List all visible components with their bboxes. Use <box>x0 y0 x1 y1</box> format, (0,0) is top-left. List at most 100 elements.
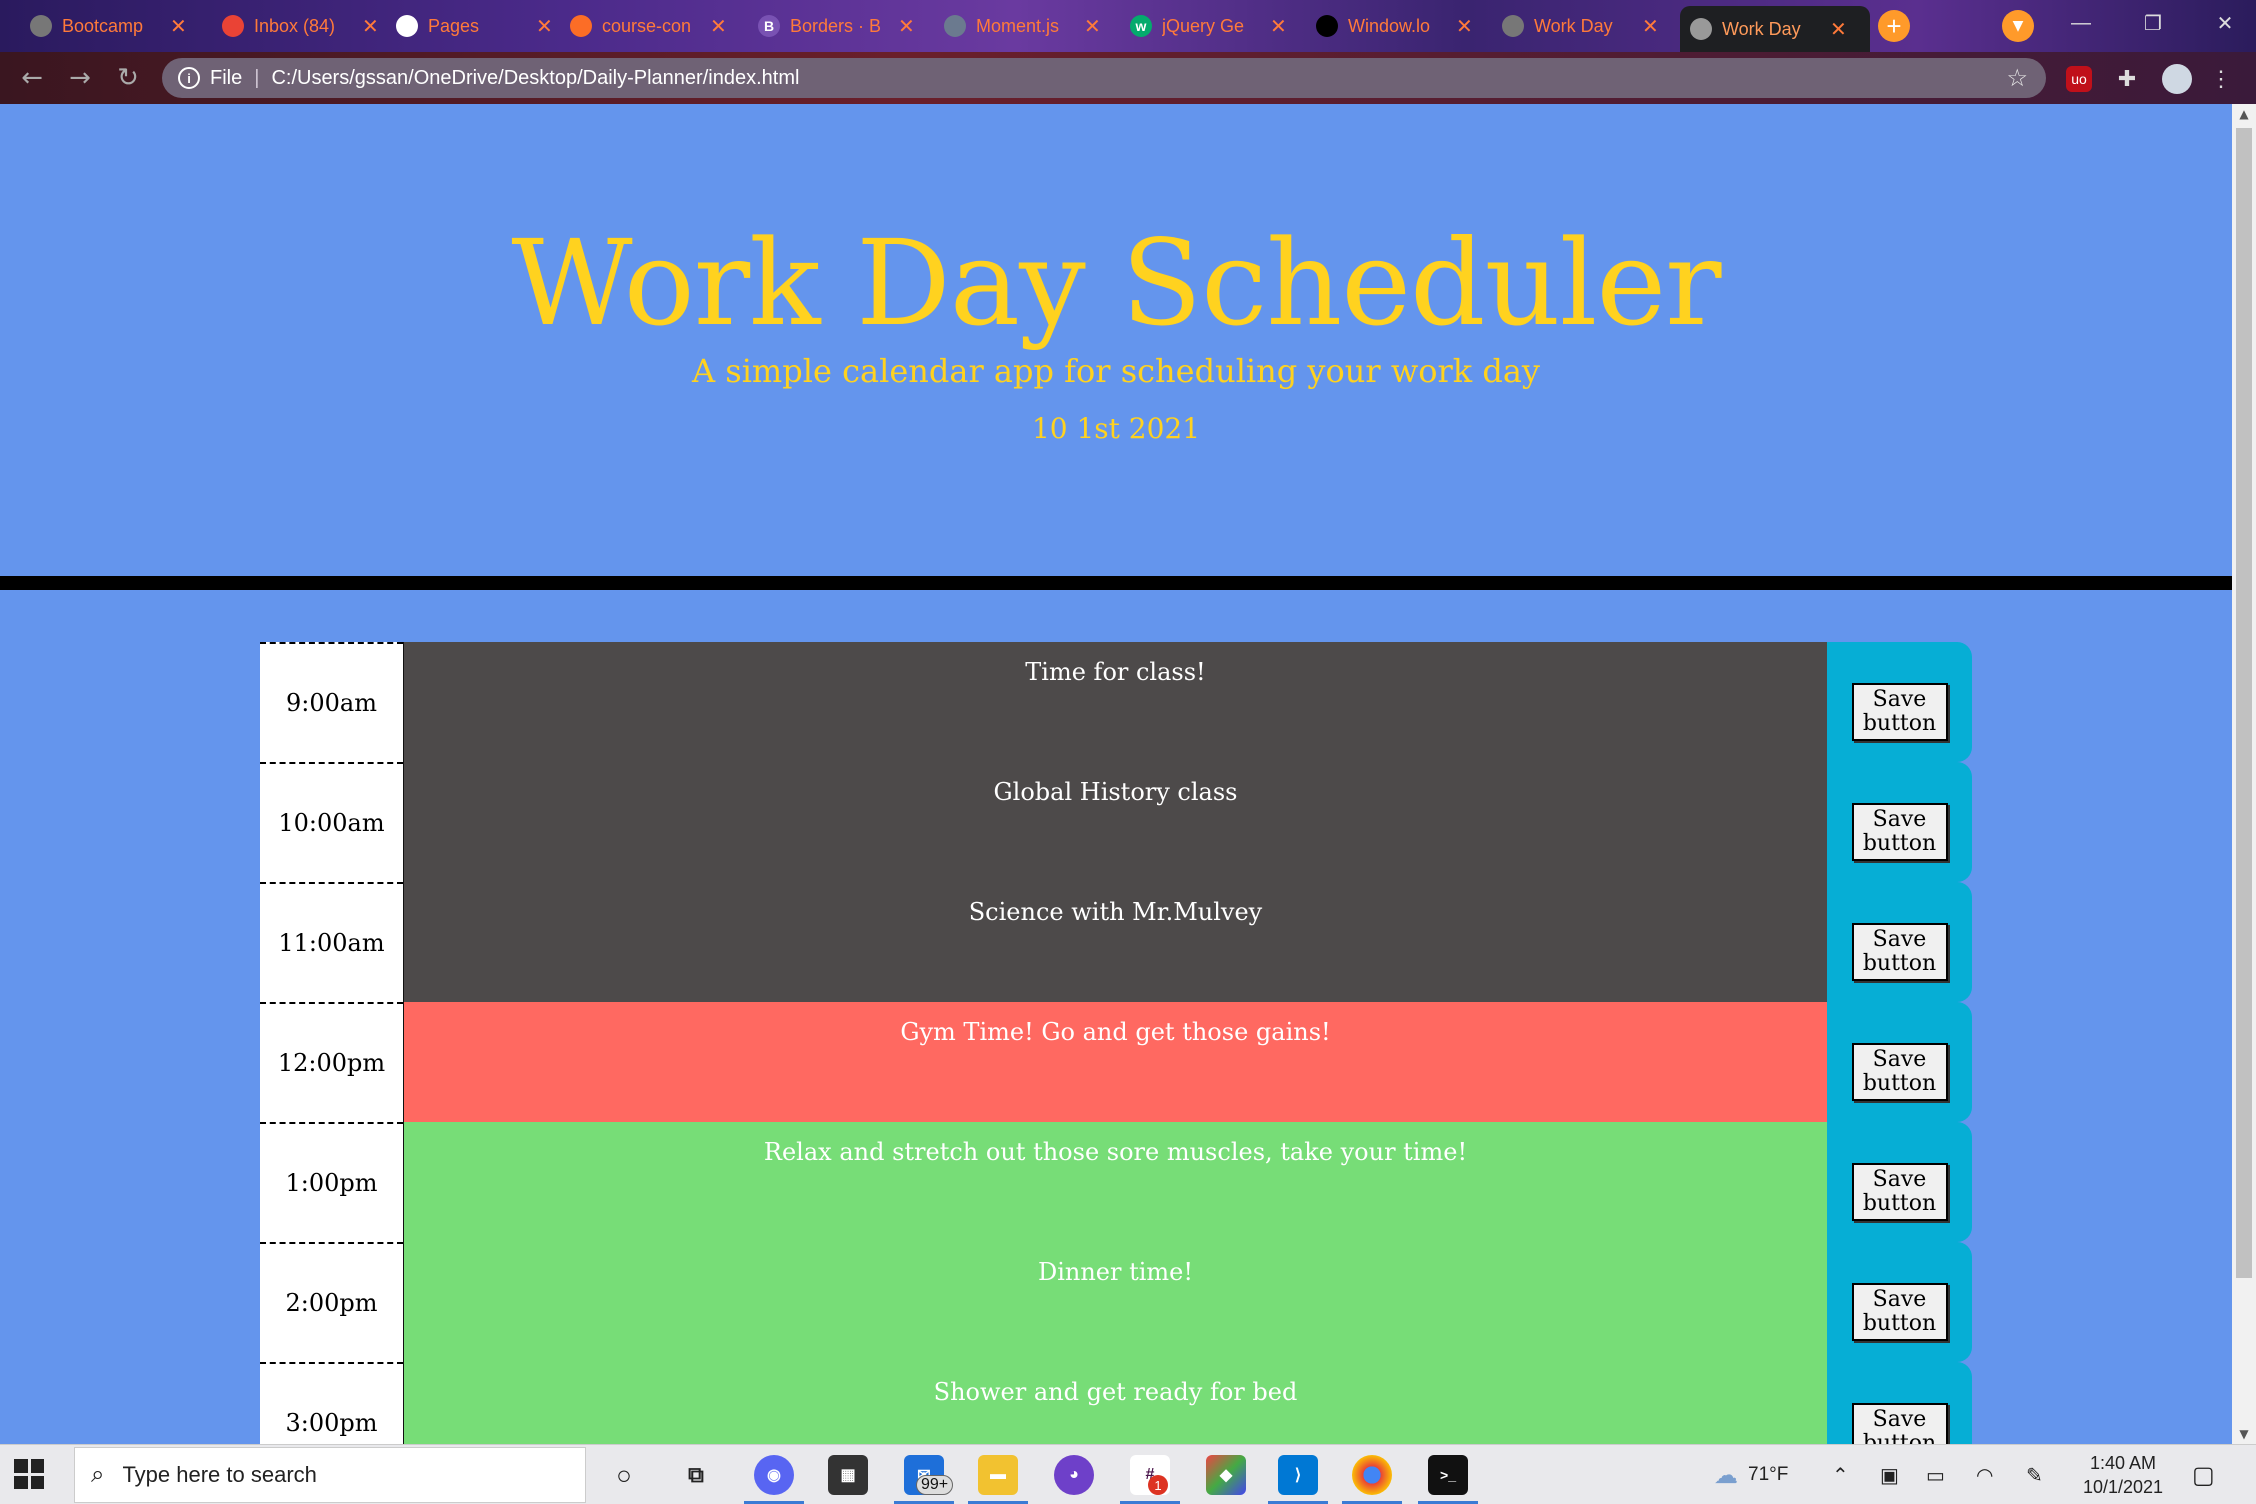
browser-tab[interactable]: Work Day ✕ <box>1680 6 1870 52</box>
tab-title: Pages <box>428 15 480 36</box>
restore-icon[interactable]: ❐ <box>2128 6 2178 40</box>
meet-now-icon[interactable]: ▣ <box>1880 1445 1899 1504</box>
tab-title: Moment.js <box>976 15 1060 36</box>
scroll-up-icon[interactable]: ▲ <box>2232 104 2256 124</box>
scroll-down-icon[interactable]: ▼ <box>2232 1424 2256 1444</box>
gitkraken-icon[interactable]: ◆ <box>1206 1455 1246 1495</box>
save-button[interactable]: Save button <box>1851 683 1948 741</box>
hour-label: 1:00pm <box>260 1122 403 1242</box>
event-textarea[interactable]: Gym Time! Go and get those gains! <box>403 1002 1827 1122</box>
browser-tab[interactable]: Inbox (84) ✕ <box>212 6 390 46</box>
taskbar-search-placeholder: Type here to search <box>122 1462 317 1487</box>
close-tab-icon[interactable]: ✕ <box>1456 14 1473 39</box>
bookmark-star-icon[interactable]: ☆ <box>2006 64 2028 93</box>
page-lead: A simple calendar app for scheduling you… <box>691 352 1540 390</box>
slack-badge: 1 <box>1148 1475 1168 1495</box>
address-bar[interactable]: i File | C:/Users/gssan/OneDrive/Desktop… <box>162 58 2046 98</box>
minimize-icon[interactable]: — <box>2056 6 2106 40</box>
vscode-icon[interactable]: ⟩ <box>1278 1455 1318 1495</box>
taskbar-search[interactable]: ⌕ Type here to search <box>74 1447 586 1503</box>
event-textarea[interactable]: Science with Mr.Mulvey <box>403 882 1827 1002</box>
reload-icon[interactable]: ↻ <box>110 62 146 94</box>
notifications-icon[interactable]: ▢ <box>2192 1445 2215 1504</box>
save-column: Save button <box>1827 1362 1972 1444</box>
browser-menu-icon[interactable]: ⋮ <box>2208 66 2234 92</box>
save-button[interactable]: Save button <box>1851 1283 1948 1341</box>
close-tab-icon[interactable]: ✕ <box>1270 14 1287 39</box>
time-block-row: 2:00pm Dinner time! Save button <box>260 1242 1972 1362</box>
browser-tab[interactable]: B Borders · B ✕ <box>748 6 926 46</box>
w3-icon: w <box>1130 15 1152 37</box>
address-url[interactable]: C:/Users/gssan/OneDrive/Desktop/Daily-Pl… <box>271 67 799 90</box>
browser-tab[interactable]: w jQuery Ge ✕ <box>1120 6 1298 46</box>
page-scrollbar[interactable]: ▲ ▼ <box>2232 104 2256 1444</box>
current-day: 10 1st 2021 <box>1031 412 1201 445</box>
close-tab-icon[interactable]: ✕ <box>1830 17 1847 42</box>
close-tab-icon[interactable]: ✕ <box>170 14 187 39</box>
github-desktop-icon[interactable]: ◕ <box>1054 1455 1094 1495</box>
globe-icon <box>1690 18 1712 40</box>
browser-tab[interactable]: Window.lo ✕ <box>1306 6 1484 46</box>
hour-label: 12:00pm <box>260 1002 403 1122</box>
weather-widget[interactable]: ☁ 71°F <box>1714 1445 1788 1504</box>
event-textarea[interactable]: Global History class <box>403 762 1827 882</box>
profile-avatar[interactable] <box>2162 64 2192 94</box>
close-tab-icon[interactable]: ✕ <box>710 14 727 39</box>
chrome-icon[interactable] <box>1352 1455 1392 1495</box>
windows-start-icon[interactable] <box>14 1459 44 1489</box>
wifi-icon[interactable]: ◠ <box>1976 1445 1993 1504</box>
taskbar-clock[interactable]: 1:40 AM 10/1/2021 <box>2068 1451 2178 1499</box>
save-button[interactable]: Save button <box>1851 923 1948 981</box>
scrollbar-thumb[interactable] <box>2236 128 2252 1278</box>
terminal-icon[interactable]: >_ <box>1428 1455 1468 1495</box>
ublock-icon[interactable]: uo <box>2066 66 2092 92</box>
tab-title: Borders · B <box>790 15 882 36</box>
save-button[interactable]: Save button <box>1851 1163 1948 1221</box>
event-textarea[interactable]: Dinner time! <box>403 1242 1827 1362</box>
close-window-icon[interactable]: ✕ <box>2200 6 2250 40</box>
close-tab-icon[interactable]: ✕ <box>898 14 915 39</box>
jumbotron-header: Work Day Scheduler A simple calendar app… <box>0 104 2232 576</box>
cortana-icon[interactable]: ○ <box>604 1455 644 1495</box>
save-button[interactable]: Save button <box>1851 803 1948 861</box>
save-button[interactable]: Save button <box>1851 1043 1948 1101</box>
time-block-row: 11:00am Science with Mr.Mulvey Save button <box>260 882 1972 1002</box>
file-explorer-icon[interactable]: ▬ <box>978 1455 1018 1495</box>
tab-search-icon[interactable]: ▼ <box>2002 10 2034 42</box>
time-block-row: 1:00pm Relax and stretch out those sore m… <box>260 1122 1972 1242</box>
forward-icon[interactable]: → <box>62 62 98 94</box>
discord-icon[interactable]: ◉ <box>754 1455 794 1495</box>
back-icon[interactable]: ← <box>14 62 50 94</box>
close-tab-icon[interactable]: ✕ <box>1084 14 1101 39</box>
browser-tab[interactable]: Work Day ✕ <box>1492 6 1670 46</box>
github-icon <box>396 15 418 37</box>
extensions-puzzle-icon[interactable]: ✚ <box>2114 66 2140 92</box>
browser-tab[interactable]: Bootcamp ✕ <box>20 6 198 46</box>
close-tab-icon[interactable]: ✕ <box>536 14 553 39</box>
address-separator: | <box>254 66 260 89</box>
show-hidden-icons-icon[interactable]: ⌃ <box>1832 1445 1849 1504</box>
store-icon[interactable]: ▦ <box>828 1455 868 1495</box>
event-textarea[interactable]: Time for class! <box>403 642 1827 762</box>
browser-tab-strip: Bootcamp ✕ Inbox (84) ✕ Pages ✕ course-con ✕ B Bo… <box>0 0 2256 52</box>
pen-icon[interactable]: ✎ <box>2026 1445 2043 1504</box>
gmail-icon <box>222 15 244 37</box>
mail-badge: 99+ <box>916 1475 954 1495</box>
task-view-icon[interactable]: ⧉ <box>676 1455 716 1495</box>
close-tab-icon[interactable]: ✕ <box>1642 14 1659 39</box>
browser-tab[interactable]: course-con ✕ <box>560 6 738 46</box>
close-tab-icon[interactable]: ✕ <box>362 14 379 39</box>
gitlab-icon <box>570 15 592 37</box>
battery-icon[interactable]: ▭ <box>1926 1445 1945 1504</box>
event-textarea[interactable]: Shower and get ready for bed <box>403 1362 1827 1444</box>
globe-icon <box>1502 15 1524 37</box>
hour-label: 3:00pm <box>260 1362 403 1444</box>
browser-tab[interactable]: Pages ✕ <box>386 6 564 46</box>
site-info-icon[interactable]: i <box>178 67 200 89</box>
browser-tab[interactable]: Moment.js ✕ <box>934 6 1112 46</box>
mdn-icon <box>1316 15 1338 37</box>
save-button[interactable]: Save button <box>1851 1403 1948 1444</box>
header-divider <box>0 576 2232 590</box>
new-tab-button[interactable]: + <box>1878 10 1910 42</box>
event-textarea[interactable]: Relax and stretch out those sore muscles… <box>403 1122 1827 1242</box>
